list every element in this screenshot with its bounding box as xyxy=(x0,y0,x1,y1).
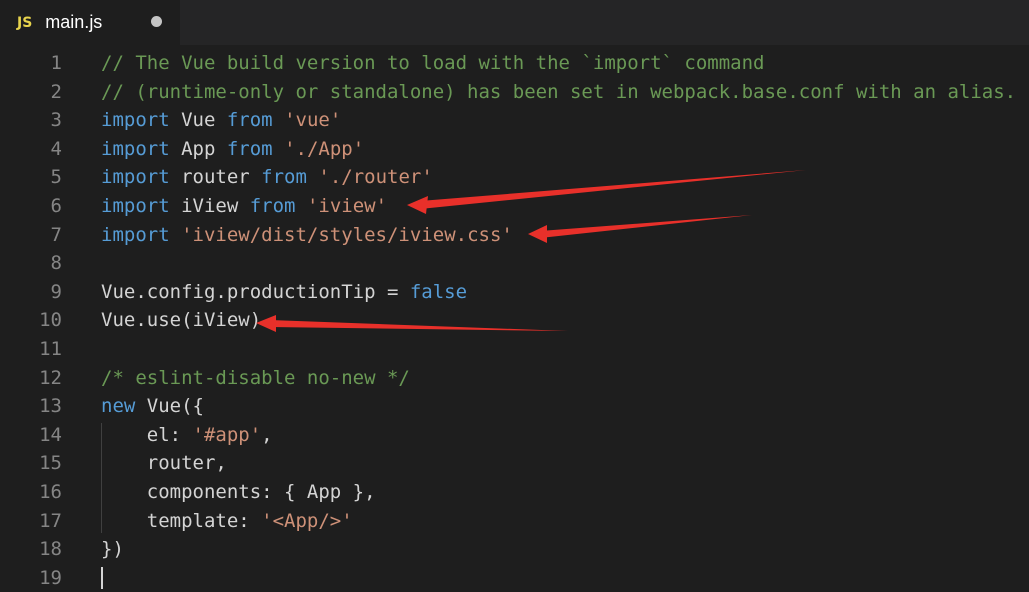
annotation-arrow-head-7 xyxy=(528,225,547,243)
annotation-arrow-line-7 xyxy=(540,215,752,238)
annotation-arrow-head-6 xyxy=(407,196,428,214)
annotation-arrow-head-10 xyxy=(256,315,276,332)
annotation-arrow-line-10 xyxy=(270,320,568,331)
annotation-arrow-line-6 xyxy=(420,170,806,209)
annotation-layer xyxy=(256,170,806,332)
